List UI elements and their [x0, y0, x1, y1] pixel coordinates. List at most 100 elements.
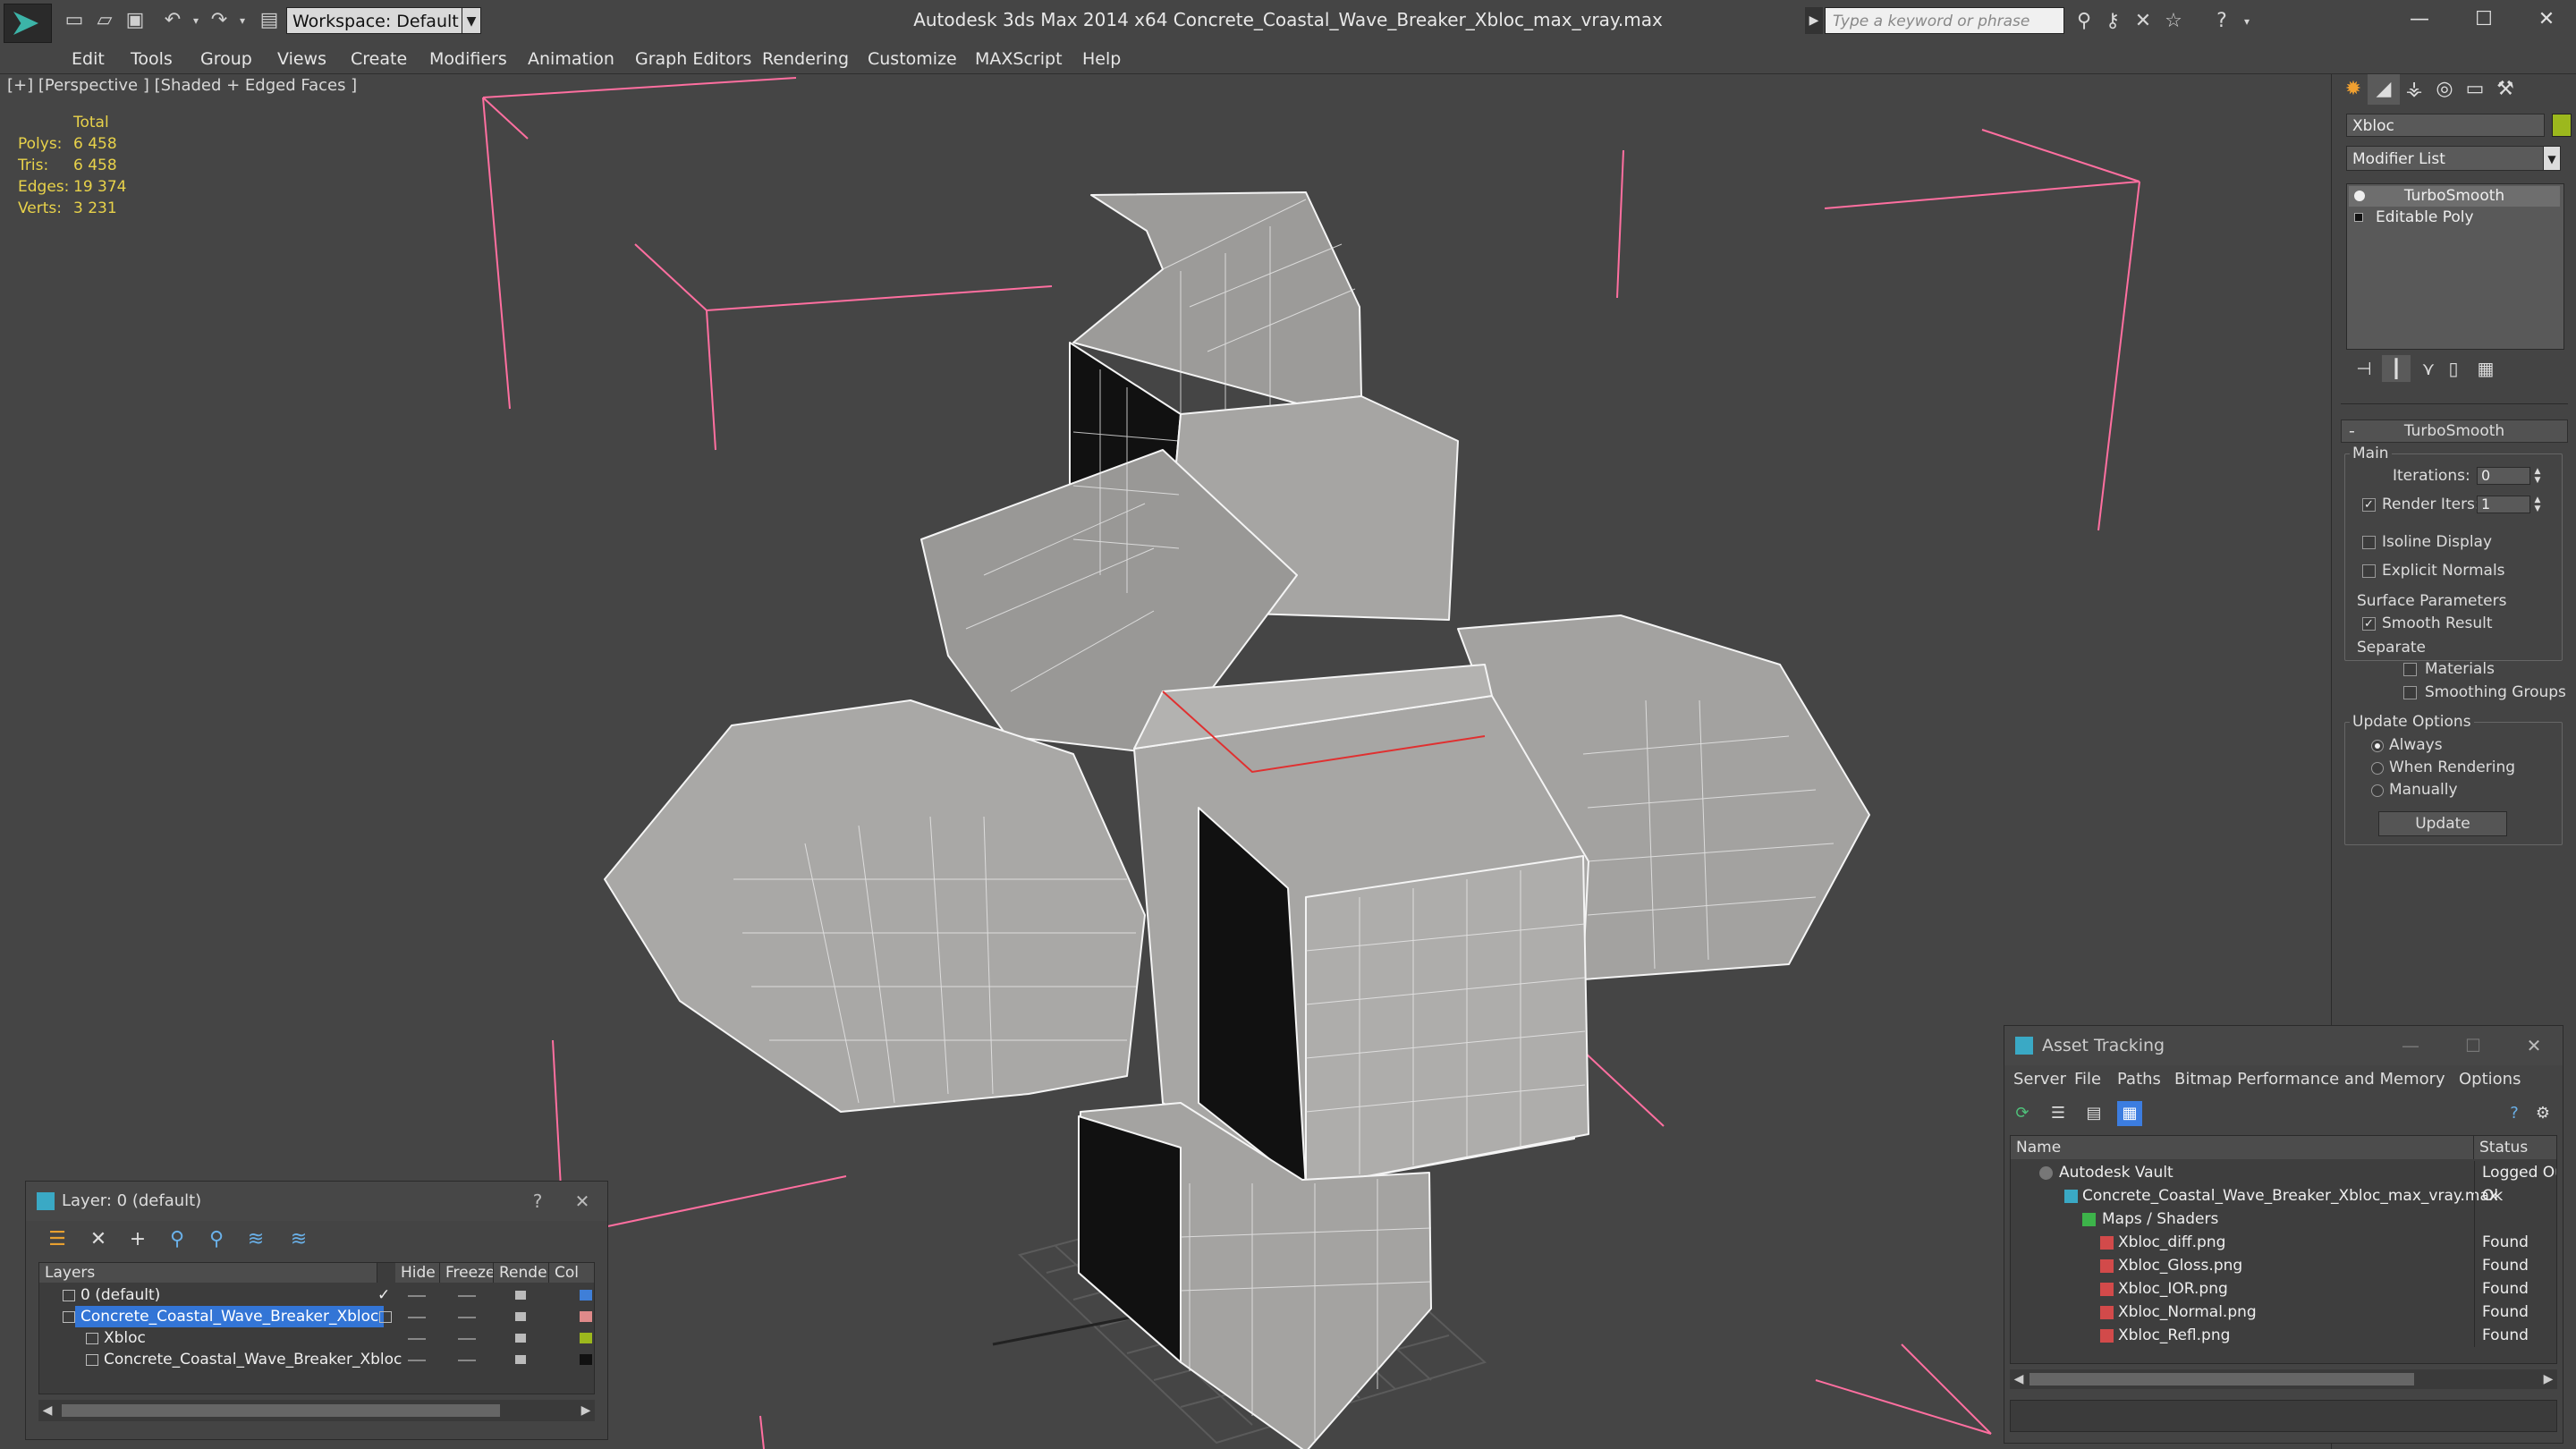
delete-layer-icon[interactable]: ✕	[85, 1226, 112, 1253]
detail-view-icon[interactable]: ▤	[2081, 1101, 2106, 1126]
redo-icon[interactable]: ↷	[208, 9, 231, 32]
layer-row[interactable]: 0 (default) ✓	[39, 1284, 594, 1306]
chevron-down-icon[interactable]: ▼	[2543, 146, 2561, 171]
minimize-button[interactable]: —	[2390, 0, 2449, 39]
menu-file[interactable]: File	[2074, 1065, 2101, 1094]
favorites-star-icon[interactable]: ☆	[2161, 9, 2186, 34]
object-name-field[interactable]: Xbloc	[2346, 114, 2545, 137]
object-row[interactable]: Xbloc	[39, 1327, 594, 1349]
update-button[interactable]: Update	[2378, 811, 2507, 836]
menu-modifiers[interactable]: Modifiers	[429, 45, 507, 73]
create-layer-icon[interactable]: ☰	[44, 1226, 71, 1253]
freeze-toggle[interactable]	[458, 1360, 476, 1361]
layer-color-swatch[interactable]	[580, 1290, 592, 1301]
table-row[interactable]: Autodesk Vault Logged Out	[2011, 1161, 2556, 1184]
scroll-right-icon[interactable]: ▶	[2539, 1369, 2557, 1389]
app-menu-button[interactable]	[4, 4, 52, 43]
render-teapot-icon[interactable]	[515, 1355, 526, 1364]
remove-modifier-icon[interactable]: ▯	[2439, 355, 2468, 382]
table-view-icon[interactable]: ▦	[2117, 1101, 2142, 1126]
table-row[interactable]: Xbloc_Normal.png Found	[2011, 1301, 2556, 1324]
workspace-select[interactable]: Workspace: Default	[286, 7, 478, 34]
settings-icon[interactable]: ⚙	[2530, 1101, 2555, 1126]
spinner-arrows-icon[interactable]: ▲ ▼	[2532, 496, 2543, 513]
hide-all-icon[interactable]: ≋	[242, 1226, 269, 1253]
menu-bitmap-performance[interactable]: Bitmap Performance and Memory	[2174, 1065, 2445, 1094]
hide-toggle[interactable]	[408, 1338, 426, 1340]
add-to-layer-icon[interactable]: +	[124, 1226, 151, 1253]
column-header-status[interactable]: Status	[2474, 1136, 2556, 1159]
subscription-icon[interactable]: ⚷	[2100, 9, 2125, 34]
menu-maxscript[interactable]: MAXScript	[975, 45, 1063, 73]
stack-item-editable-poly[interactable]: Editable Poly	[2349, 208, 2560, 228]
render-iters-checkbox[interactable]: ✓	[2362, 498, 2376, 512]
open-file-icon[interactable]: ▱	[93, 9, 116, 32]
manually-radio[interactable]	[2371, 784, 2384, 797]
display-tab-icon[interactable]: ▭	[2459, 74, 2491, 105]
help-icon[interactable]: ?	[2209, 9, 2234, 34]
menu-tools[interactable]: Tools	[131, 45, 173, 73]
close-button[interactable]: ✕	[2507, 1026, 2561, 1065]
layer-row[interactable]: Concrete_Coastal_Wave_Breaker_Xbloc	[39, 1306, 594, 1327]
communication-center-icon[interactable]: ✕	[2131, 9, 2156, 34]
menu-options[interactable]: Options	[2459, 1065, 2521, 1094]
object-color-swatch[interactable]	[580, 1354, 592, 1365]
undo-dropdown-icon[interactable]: ▾	[184, 9, 208, 32]
new-file-icon[interactable]: ▭	[63, 9, 86, 32]
redo-dropdown-icon[interactable]: ▾	[231, 9, 254, 32]
column-header-layers[interactable]: Layers	[39, 1263, 377, 1283]
configure-modifier-sets-icon[interactable]: ▦	[2471, 355, 2500, 382]
spinner-arrows-icon[interactable]: ▲ ▼	[2532, 467, 2543, 485]
set-current-layer-icon[interactable]	[379, 1311, 392, 1323]
column-header-color[interactable]: Col	[549, 1263, 594, 1283]
viewport-label[interactable]: [+] [Perspective ] [Shaded + Edged Faces…	[7, 74, 357, 97]
iterations-spinner[interactable]: 0	[2477, 467, 2530, 485]
modifier-list-dropdown[interactable]: Modifier List	[2346, 146, 2561, 171]
help-dropdown-icon[interactable]: ▾	[2234, 9, 2259, 34]
motion-tab-icon[interactable]: ◎	[2428, 74, 2461, 105]
column-header-hide[interactable]: Hide	[395, 1263, 440, 1283]
scroll-thumb[interactable]	[2029, 1373, 2414, 1385]
scroll-thumb[interactable]	[62, 1404, 500, 1417]
render-teapot-icon[interactable]	[515, 1312, 526, 1321]
table-row[interactable]: Xbloc_Refl.png Found	[2011, 1324, 2556, 1347]
modify-tab-icon[interactable]: ◢	[2368, 74, 2400, 105]
hide-toggle[interactable]	[408, 1317, 426, 1318]
object-color-swatch[interactable]	[580, 1333, 592, 1343]
smoothing-groups-checkbox[interactable]	[2403, 686, 2417, 699]
menu-server[interactable]: Server	[2013, 1065, 2066, 1094]
pin-stack-icon[interactable]: ⊣	[2350, 355, 2378, 382]
close-button[interactable]: ✕	[564, 1182, 600, 1221]
render-teapot-icon[interactable]	[515, 1291, 526, 1300]
when-rendering-radio[interactable]	[2371, 762, 2384, 775]
freeze-toggle[interactable]	[458, 1338, 476, 1340]
table-row[interactable]: Concrete_Coastal_Wave_Breaker_Xbloc_max_…	[2011, 1184, 2556, 1208]
list-view-icon[interactable]: ☰	[2046, 1101, 2071, 1126]
turbosmooth-rollout-header[interactable]: - TurboSmooth	[2341, 419, 2568, 443]
search-input[interactable]: Type a keyword or phrase	[1825, 7, 2064, 34]
menu-rendering[interactable]: Rendering	[762, 45, 849, 73]
utilities-tab-icon[interactable]: ⚒	[2489, 74, 2521, 105]
menu-edit[interactable]: Edit	[72, 45, 105, 73]
select-objects-icon[interactable]: ⚲	[164, 1226, 191, 1253]
menu-animation[interactable]: Animation	[528, 45, 614, 73]
refresh-icon[interactable]: ⟳	[2010, 1101, 2035, 1126]
hierarchy-tab-icon[interactable]: ⚶	[2398, 74, 2430, 105]
undo-icon[interactable]: ↶	[161, 9, 184, 32]
menu-help[interactable]: Help	[1082, 45, 1121, 73]
menu-paths[interactable]: Paths	[2117, 1065, 2161, 1094]
project-folder-icon[interactable]: ▤	[258, 9, 281, 32]
horizontal-scrollbar[interactable]: ◀ ▶	[38, 1400, 595, 1421]
scroll-right-icon[interactable]: ▶	[577, 1400, 595, 1421]
isoline-display-checkbox[interactable]	[2362, 536, 2376, 549]
table-row[interactable]: Maps / Shaders	[2011, 1208, 2556, 1231]
help-icon[interactable]: ?	[2502, 1101, 2527, 1126]
chevron-down-icon[interactable]: ▼	[462, 7, 481, 34]
render-iters-spinner[interactable]: 1	[2477, 496, 2530, 513]
search-expand-icon[interactable]: ▶	[1805, 7, 1823, 34]
help-icon[interactable]: ?	[520, 1182, 555, 1221]
asset-tracking-titlebar[interactable]: Asset Tracking — ☐ ✕	[2004, 1026, 2563, 1065]
horizontal-scrollbar[interactable]: ◀ ▶	[2010, 1369, 2557, 1389]
materials-checkbox[interactable]	[2403, 663, 2417, 676]
xbloc-model[interactable]	[604, 191, 1870, 1449]
